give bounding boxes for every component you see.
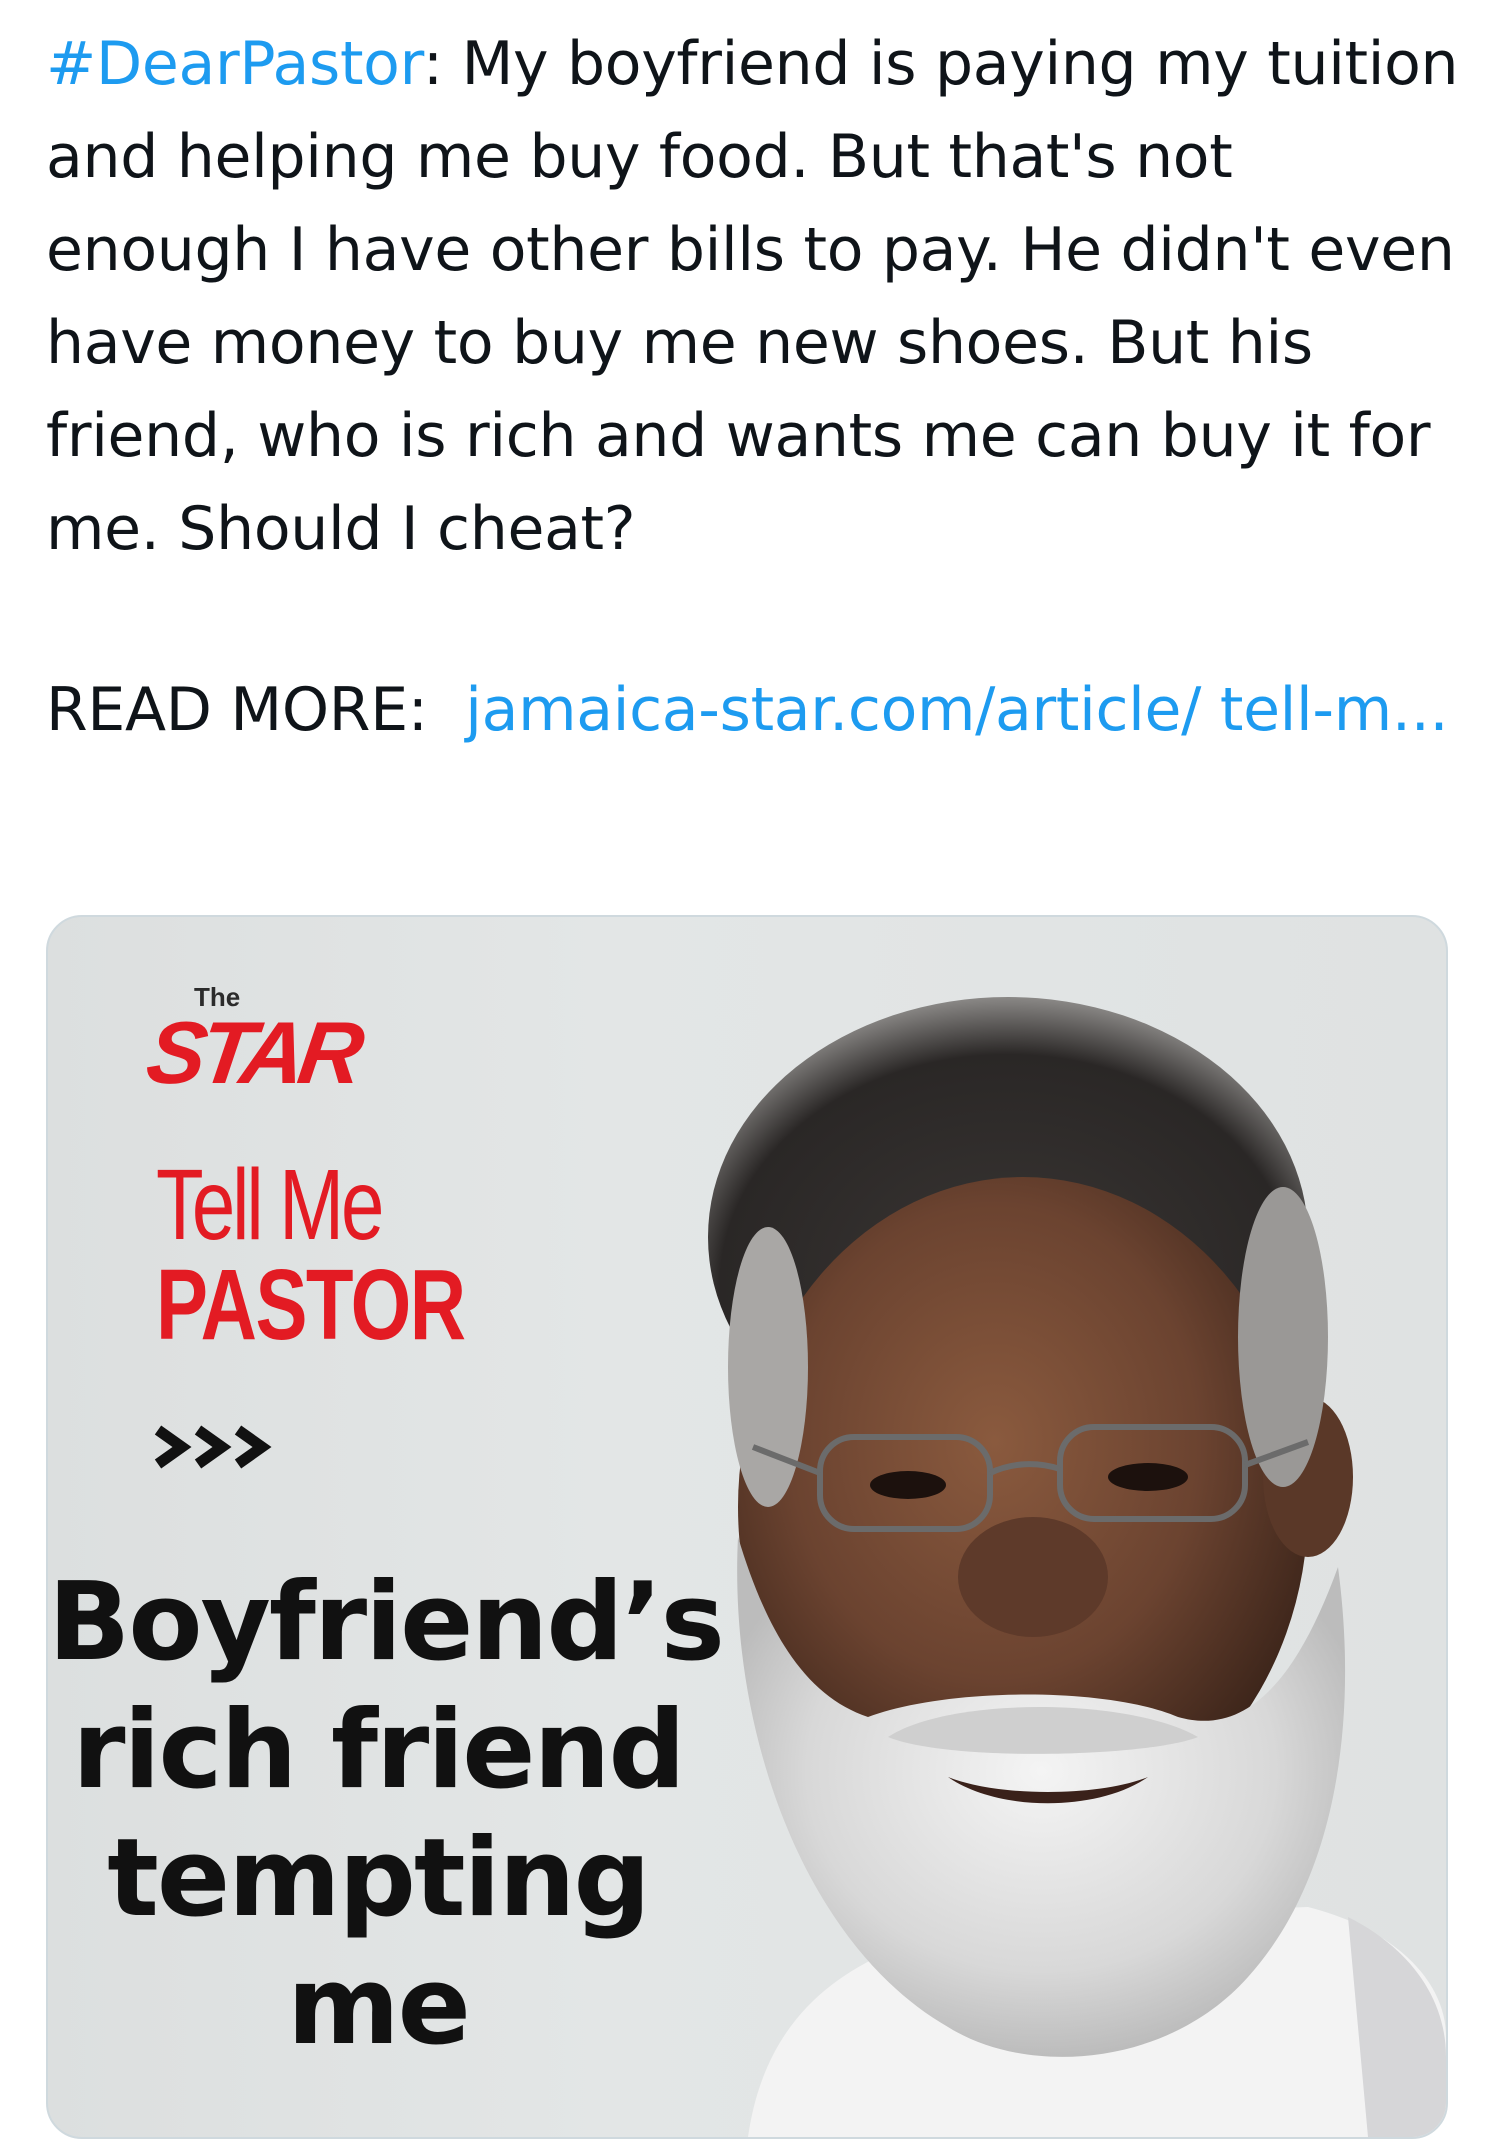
read-more: READ MORE: jamaica-star.com/article/ tel…	[46, 664, 1466, 757]
article-headline: Boyfriend’s rich friend tempting me	[48, 1559, 725, 2071]
article-link[interactable]: jamaica-star.com/article/ tell-m...	[465, 675, 1448, 745]
logo-star-text: STAR	[141, 1003, 365, 1102]
tweet-body: : My boyfriend is paying my tuition and …	[46, 29, 1459, 564]
series-title: Tell Me PASTOR	[156, 1149, 466, 1361]
link-preview-card[interactable]: The STAR Tell Me PASTOR Boyfriend’s rich…	[46, 915, 1448, 2139]
headline-line: tempting	[107, 1816, 651, 1941]
series-line2: PASTOR	[156, 1249, 466, 1361]
chevrons-icon	[154, 1425, 272, 1469]
read-more-label: READ MORE:	[46, 675, 428, 745]
hashtag-link[interactable]: #DearPastor	[46, 29, 423, 99]
series-line1: Tell Me	[156, 1149, 384, 1261]
headline-line: Boyfriend’s	[48, 1560, 725, 1685]
headline-line: me	[287, 1944, 471, 2069]
headline-line: rich friend	[72, 1688, 686, 1813]
tweet-text: #DearPastor: My boyfriend is paying my t…	[46, 18, 1466, 576]
